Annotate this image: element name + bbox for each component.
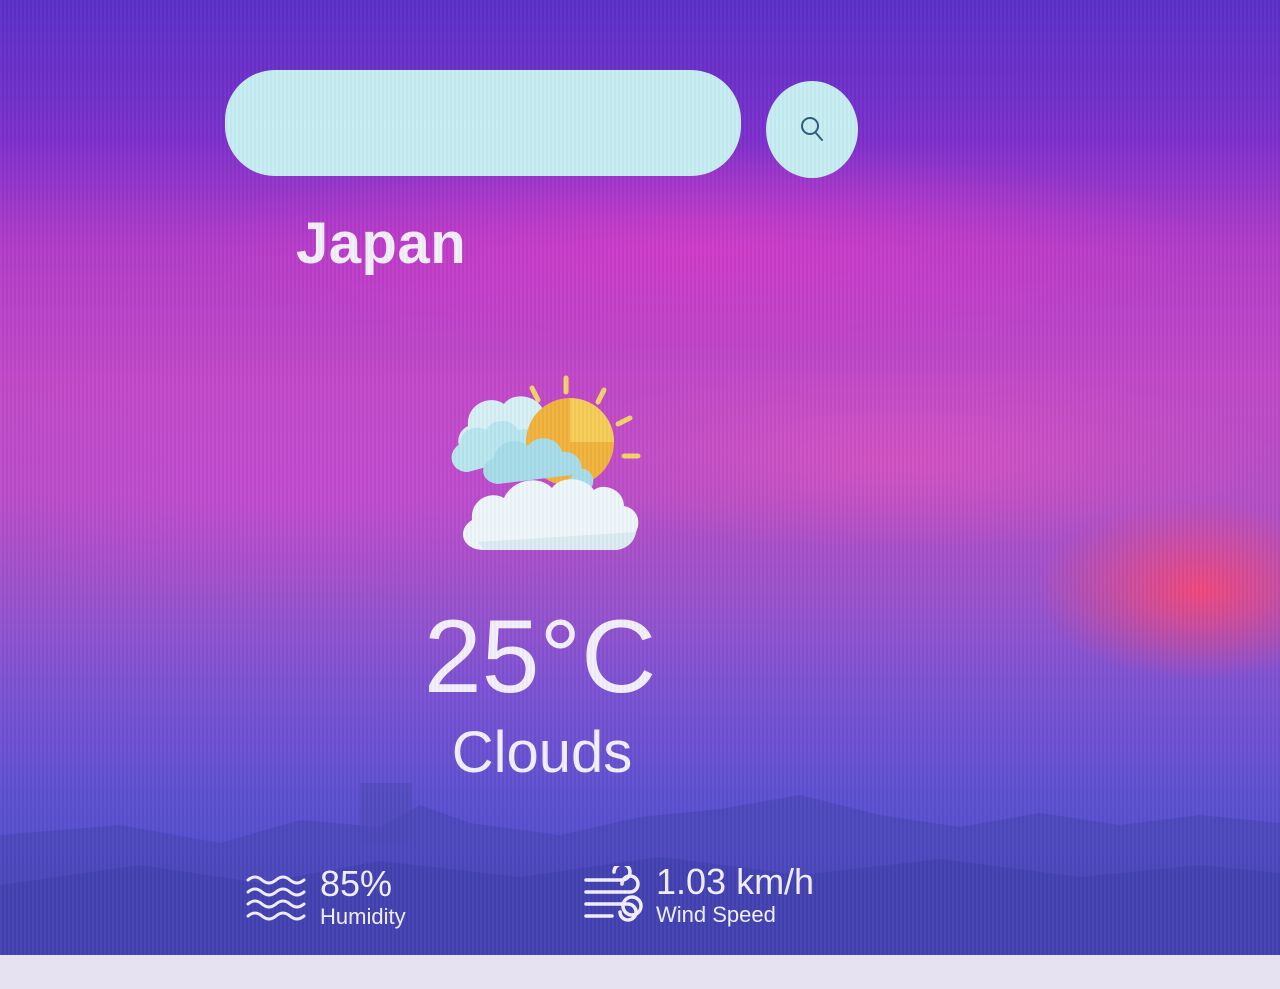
search-icon [801, 117, 823, 141]
wind-icon [584, 866, 643, 922]
partly-cloudy-icon [451, 375, 641, 550]
humidity-value: 85% [320, 863, 393, 904]
humidity-detail: 85% Humidity [244, 862, 444, 932]
weather-app: Japan 25°C Clouds 85% Humidity 1.03 km/h… [0, 0, 1280, 955]
search-input[interactable] [225, 70, 741, 176]
screen-bottom-edge [0, 955, 1280, 989]
weather-condition: Clouds [451, 720, 633, 785]
humidity-waves-icon [246, 875, 306, 921]
wind-detail: 1.03 km/h Wind Speed [582, 862, 862, 932]
humidity-label: Humidity [320, 904, 406, 929]
search-button[interactable] [766, 81, 858, 178]
temperature: 25°C [423, 599, 657, 715]
wind-speed-value: 1.03 km/h [656, 861, 815, 902]
city-name: Japan [296, 211, 467, 276]
wind-speed-label: Wind Speed [656, 902, 776, 927]
